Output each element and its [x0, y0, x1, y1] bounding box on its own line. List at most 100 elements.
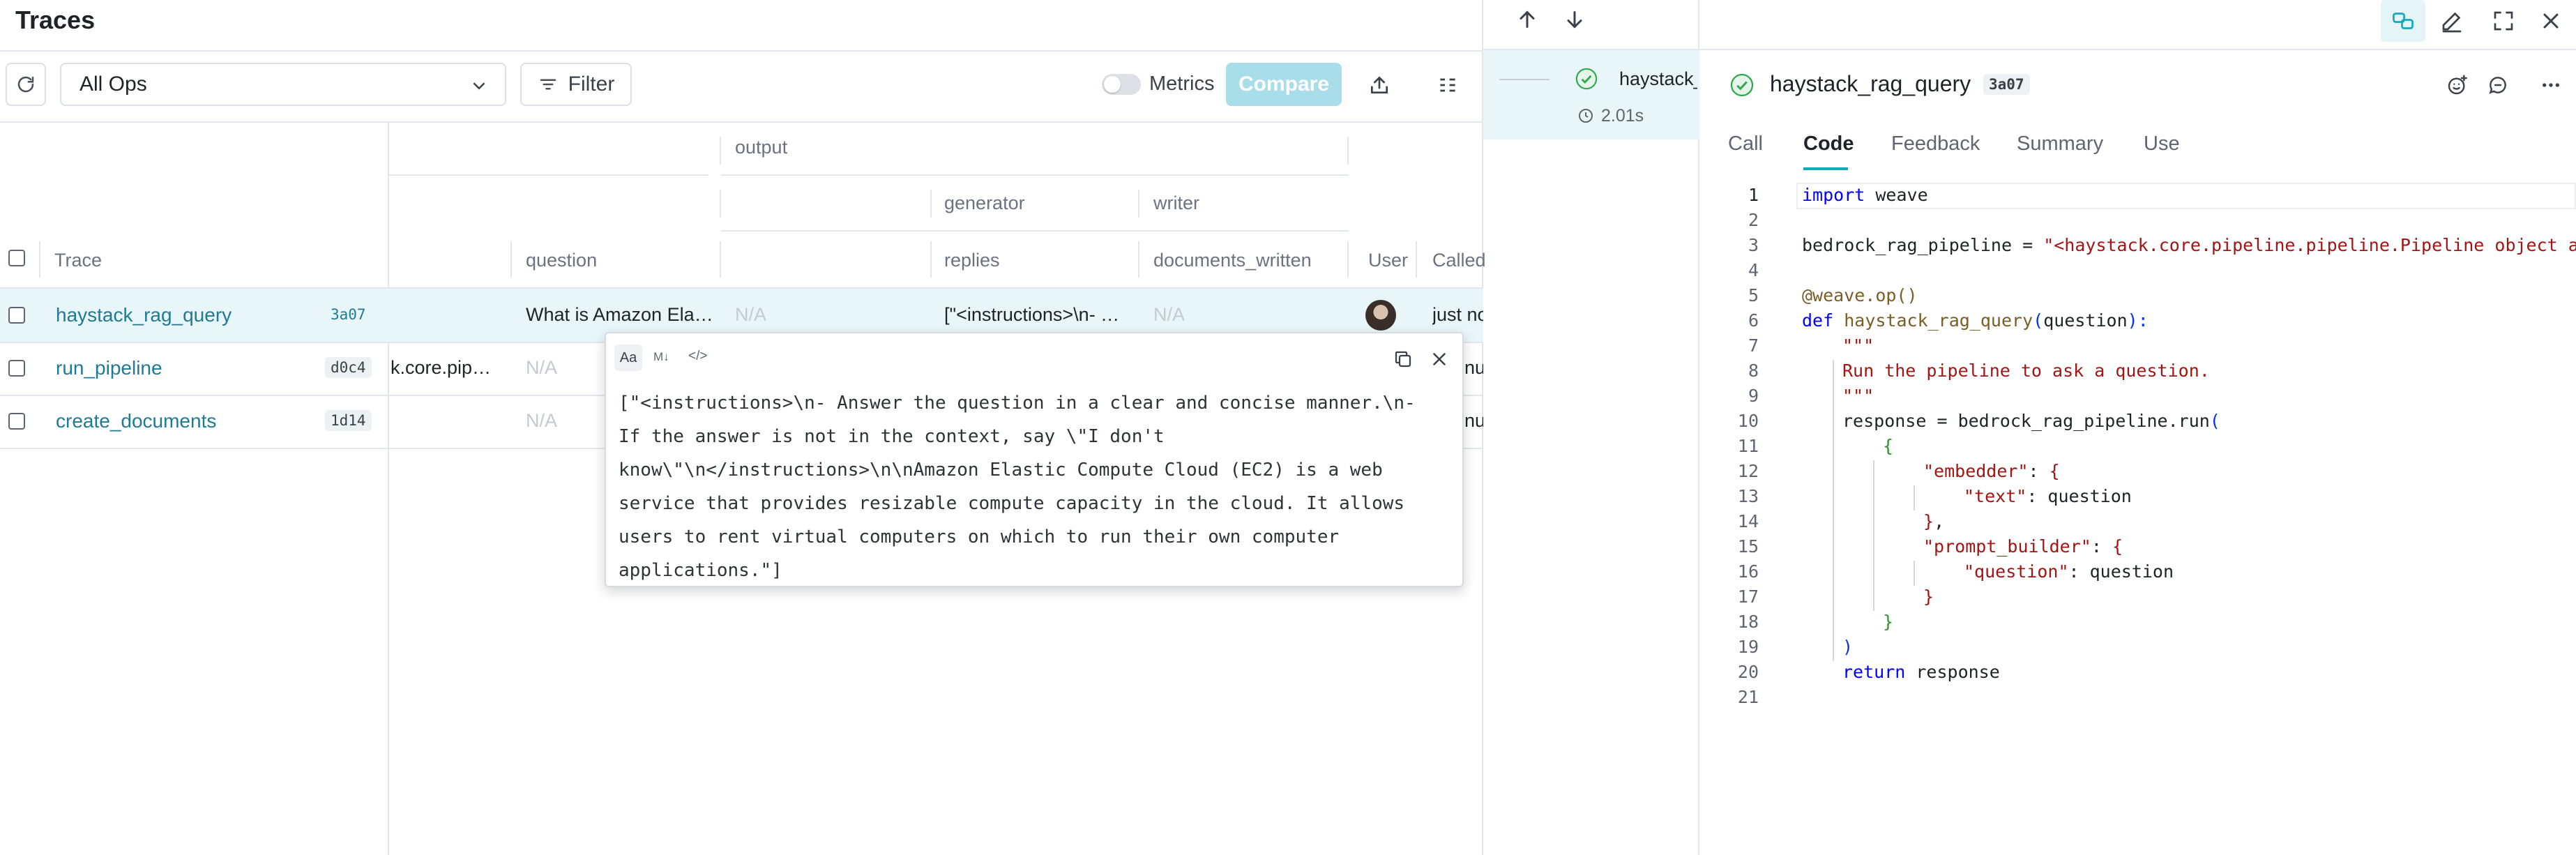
- code-line: 17}: [1737, 587, 1934, 607]
- column-header-documents-written[interactable]: documents_written: [1153, 250, 1312, 271]
- ops-select-value: All Ops: [79, 73, 147, 96]
- code-line: 6 def haystack_rag_query(question):: [1748, 310, 2149, 331]
- arrow-up-icon[interactable]: [1515, 7, 1540, 32]
- col-divider: [720, 241, 721, 278]
- column-header-trace[interactable]: Trace: [54, 250, 102, 271]
- question-cell[interactable]: N/A: [526, 410, 557, 432]
- divider: [0, 121, 1483, 123]
- trace-id-badge: d0c4: [325, 357, 372, 378]
- export-button[interactable]: [1360, 66, 1399, 105]
- refresh-icon: [17, 76, 34, 93]
- code-line: 11{: [1737, 436, 1894, 456]
- code-line: 8 Run the pipeline to ask a question.: [1748, 361, 2210, 381]
- code-line: 10 response = bedrock_rag_pipeline.run(: [1737, 411, 2220, 431]
- more-options-icon[interactable]: [2538, 74, 2563, 96]
- col-divider: [1416, 241, 1417, 278]
- tab-code[interactable]: Code: [1803, 133, 1854, 156]
- success-check-icon: [1575, 68, 1598, 90]
- called-cell: nu: [1464, 357, 1483, 378]
- trace-tree-item-label[interactable]: haystack_: [1619, 68, 1697, 90]
- code-line: 20 return response: [1737, 662, 2000, 682]
- trace-tree-item[interactable]: [1483, 50, 1699, 139]
- code-line: 15 "prompt_builder": {: [1737, 536, 2123, 557]
- code-line: 1 import weave: [1748, 185, 1928, 205]
- code-line: 3 bedrock_rag_pipeline = "<haystack.core.…: [1748, 235, 2576, 255]
- trace-name-link[interactable]: create_documents: [56, 410, 216, 432]
- popover-value-text: ["<instructions>\n- Answer the question …: [619, 393, 1416, 581]
- column-header-replies[interactable]: replies: [944, 250, 1000, 271]
- code-line: 13 "text": question: [1737, 486, 2132, 506]
- output-cell[interactable]: N/A: [735, 304, 766, 326]
- pinned-divider: [388, 121, 389, 855]
- select-all-checkbox[interactable]: [8, 250, 25, 266]
- tab-summary[interactable]: Summary: [2017, 133, 2103, 156]
- filter-icon: [540, 79, 556, 90]
- code-line: 18}: [1737, 612, 1894, 632]
- row-checkbox[interactable]: [8, 360, 25, 377]
- page-title: Traces: [15, 6, 96, 34]
- col-divider: [1347, 241, 1349, 278]
- metrics-toggle[interactable]: [1102, 74, 1141, 95]
- col-divider: [720, 190, 721, 218]
- trace-name-link[interactable]: run_pipeline: [56, 357, 162, 379]
- avatar[interactable]: [1365, 300, 1396, 331]
- refresh-button[interactable]: [6, 63, 46, 106]
- col-divider: [720, 137, 721, 165]
- close-icon[interactable]: [2538, 8, 2563, 33]
- split-view-icon: [2393, 13, 2414, 29]
- code-line: 14},: [1737, 511, 1945, 531]
- col-divider: [510, 241, 512, 278]
- tab-use[interactable]: Use: [2144, 133, 2180, 156]
- col-divider: [39, 241, 40, 278]
- question-cell[interactable]: N/A: [526, 357, 557, 379]
- close-icon[interactable]: [1429, 349, 1450, 370]
- column-header-question[interactable]: question: [526, 250, 597, 271]
- columns-icon: [1440, 78, 1455, 92]
- code-line: 19): [1737, 637, 1854, 657]
- divider: [388, 174, 709, 176]
- replies-cell[interactable]: ["<instructions>\n- …: [944, 304, 1132, 326]
- markdown-mode-icon[interactable]: M↓: [653, 350, 669, 364]
- called-cell: just no: [1432, 304, 1483, 325]
- code-line: 5 @weave.op(): [1748, 285, 1918, 305]
- export-icon: [1371, 76, 1388, 93]
- col-divider: [1138, 190, 1139, 218]
- trace-id-badge: 3a07: [331, 306, 366, 323]
- call-id-badge: 3a07: [1983, 74, 2030, 95]
- arrow-down-icon[interactable]: [1562, 7, 1587, 32]
- metrics-label: Metrics: [1149, 73, 1215, 95]
- comment-icon[interactable]: [2487, 74, 2509, 96]
- col-divider: [930, 190, 932, 218]
- trace-name-link[interactable]: haystack_rag_query: [56, 304, 232, 326]
- code-line: 12 "embedder": {: [1737, 461, 2060, 481]
- tab-call[interactable]: Call: [1728, 133, 1763, 156]
- filter-button[interactable]: Filter: [520, 63, 632, 106]
- tree-connector: [1499, 79, 1550, 80]
- code-line: 7 """: [1748, 335, 1874, 356]
- code-line: 9 """: [1748, 386, 1874, 406]
- column-header-user[interactable]: User: [1368, 250, 1408, 271]
- divider: [0, 50, 1483, 52]
- copy-icon[interactable]: [1393, 349, 1414, 370]
- column-header-called[interactable]: Called: [1432, 250, 1486, 271]
- add-reaction-icon[interactable]: [2446, 74, 2469, 96]
- columns-button[interactable]: [1428, 66, 1467, 105]
- code-mode-icon[interactable]: </>: [688, 349, 707, 364]
- group-header-generator: generator: [944, 192, 1025, 213]
- tab-feedback[interactable]: Feedback: [1891, 133, 1980, 156]
- called-cell: nu: [1464, 410, 1483, 431]
- compare-button[interactable]: Compare: [1226, 63, 1342, 106]
- input-cell[interactable]: k.core.pip…: [391, 357, 502, 379]
- question-cell[interactable]: What is Amazon Ela…: [526, 304, 714, 326]
- edit-icon[interactable]: [2439, 8, 2464, 33]
- group-header-output: output: [735, 137, 788, 158]
- row-checkbox[interactable]: [8, 307, 25, 324]
- text-mode-icon[interactable]: Aa: [614, 345, 642, 371]
- code-line: 16 "question": question: [1737, 561, 2174, 582]
- call-title: haystack_rag_query: [1770, 71, 1971, 96]
- ops-select[interactable]: All Ops: [60, 63, 506, 106]
- row-checkbox[interactable]: [8, 413, 25, 430]
- documents-written-cell[interactable]: N/A: [1153, 304, 1185, 326]
- value-popover: Aa M↓ </> ["<instructions>\n- Answer the…: [605, 332, 1464, 587]
- fullscreen-icon[interactable]: [2491, 8, 2516, 33]
